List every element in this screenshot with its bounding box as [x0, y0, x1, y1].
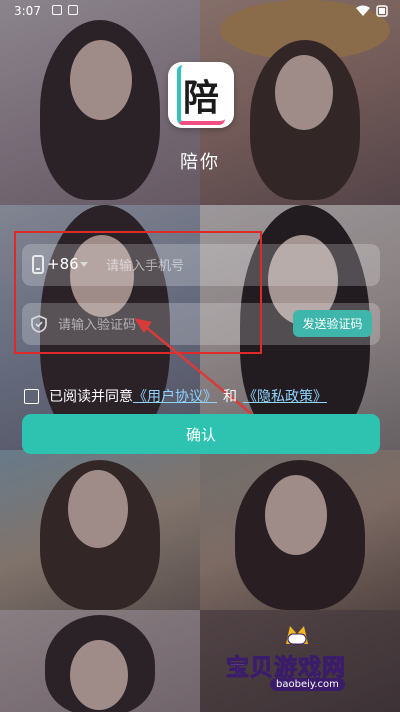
privacy-policy-link[interactable]: 《隐私政策》 [243, 386, 327, 406]
watermark-title: 宝贝游戏网 [226, 655, 346, 682]
gamepad-logo-icon [286, 626, 308, 645]
agreement-conjunction: 和 [223, 389, 237, 405]
user-agreement-link[interactable]: 《用户协议》 [133, 386, 217, 406]
annotation-arrow [134, 318, 299, 453]
agreement-row: 已阅读并同意 《用户协议》 和 《隐私政策》 [24, 386, 327, 406]
confirm-button[interactable]: 确认 [22, 414, 380, 454]
agreement-checkbox[interactable] [24, 388, 39, 404]
site-watermark: 宝贝游戏网 baobeiy.com [222, 620, 372, 700]
agreement-prefix: 已阅读并同意 [49, 389, 133, 405]
watermark-url: baobeiy.com [270, 678, 345, 691]
